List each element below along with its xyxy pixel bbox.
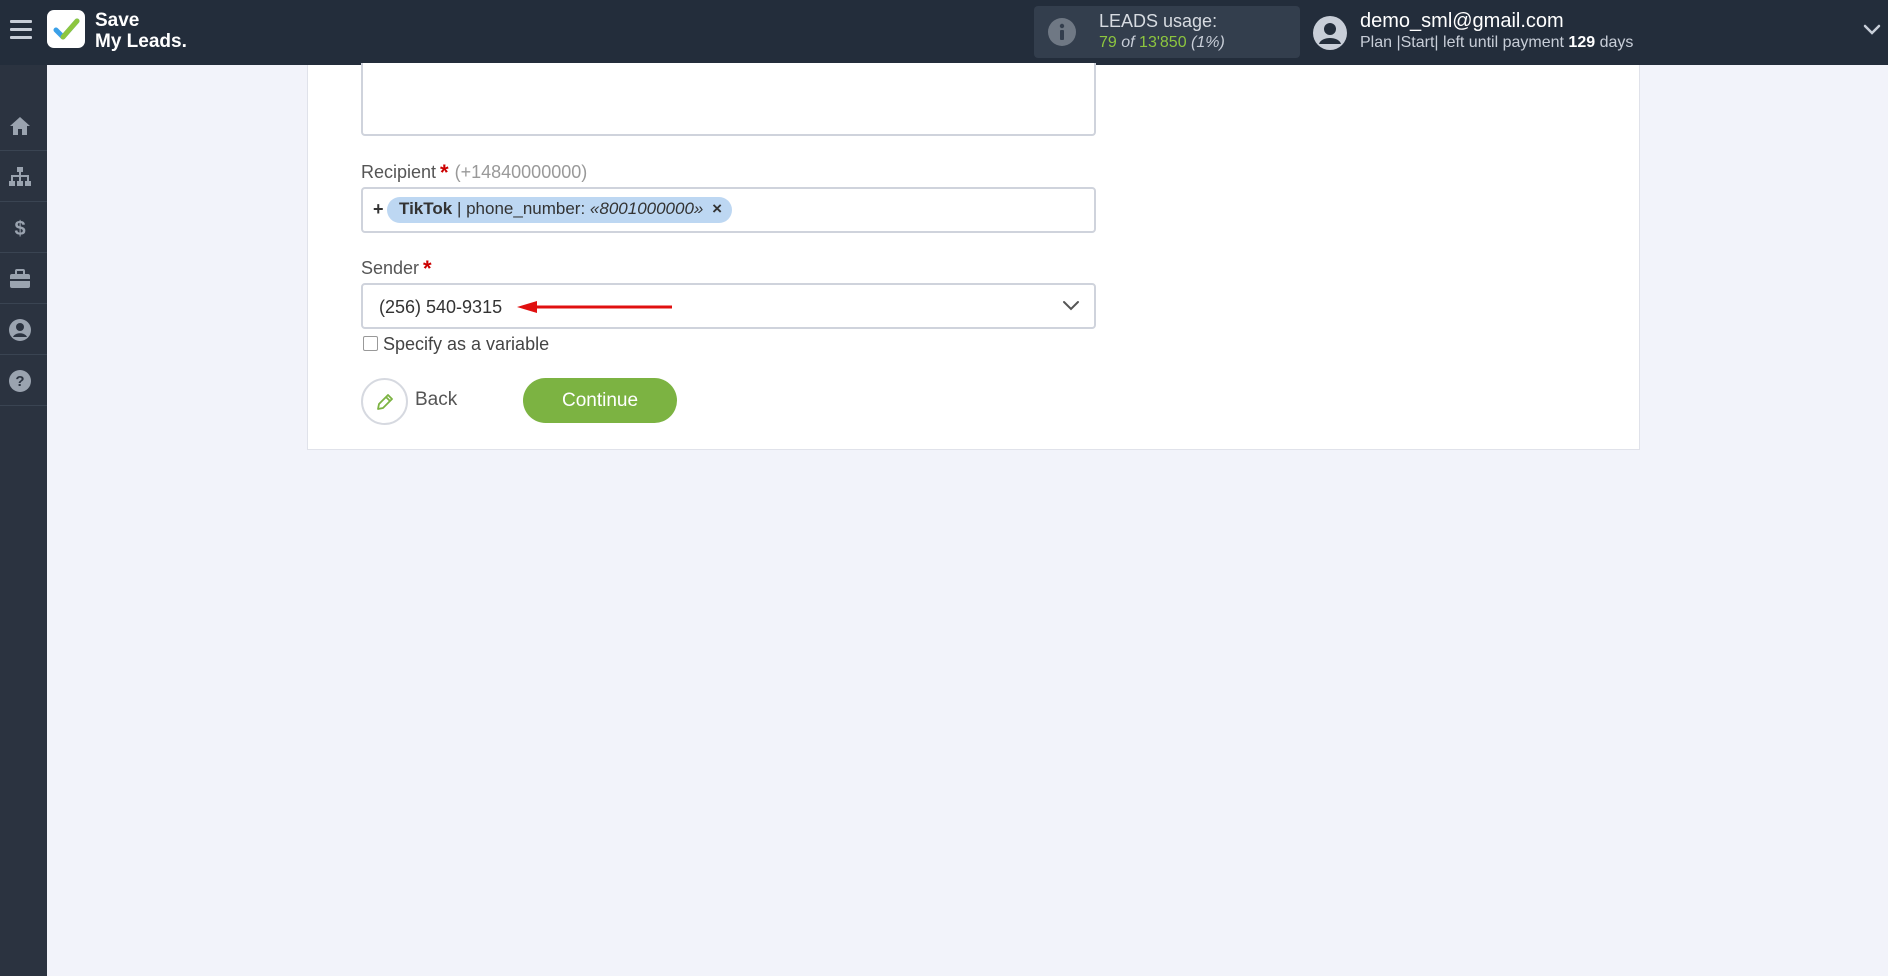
sidebar-item-home[interactable] xyxy=(0,101,47,151)
logo-line-2: My Leads. xyxy=(95,31,187,52)
sitemap-icon xyxy=(9,167,31,186)
back-button[interactable] xyxy=(361,378,408,425)
leads-usage-title: LEADS usage: xyxy=(1099,11,1218,31)
sender-label-text: Sender xyxy=(361,258,420,278)
tag-field: | phone_number: xyxy=(456,199,586,218)
hamburger-menu-icon[interactable] xyxy=(10,20,32,42)
message-textarea[interactable] xyxy=(361,63,1096,136)
variable-tag[interactable]: TikTok | phone_number: «8001000000» × xyxy=(387,197,733,223)
top-bar: Save My Leads. LEADS usage: 79 of 13'850… xyxy=(0,0,1888,65)
leads-used: 79 xyxy=(1099,34,1117,51)
leads-of-label: of xyxy=(1121,34,1135,51)
leads-total: 13'850 xyxy=(1139,34,1187,51)
logo-line-1: Save xyxy=(95,10,140,31)
help-icon: ? xyxy=(9,370,31,392)
logo-text[interactable]: Save My Leads. xyxy=(95,10,187,52)
back-label[interactable]: Back xyxy=(415,389,457,411)
recipient-label: Recipient * (+14840000000) xyxy=(361,158,588,185)
sender-label: Sender * xyxy=(361,254,432,281)
recipient-label-text: Recipient xyxy=(361,162,437,182)
leads-usage-count: 79 of 13'850 (1%) xyxy=(1099,34,1225,52)
home-icon xyxy=(10,117,30,135)
dollar-icon: $ xyxy=(14,218,25,240)
sidebar-item-help[interactable]: ? xyxy=(0,356,47,406)
recipient-hint: (+14840000000) xyxy=(454,162,588,182)
required-marker: * xyxy=(440,160,449,185)
sender-value: (256) 540-9315 xyxy=(379,297,503,317)
sidebar: $ ? xyxy=(0,65,47,976)
leads-usage-panel: LEADS usage: 79 of 13'850 (1%) xyxy=(1034,6,1300,58)
user-plan-info: Plan |Start| left until payment 129 days xyxy=(1360,34,1633,52)
specify-variable-label[interactable]: Specify as a variable xyxy=(383,334,549,355)
leads-percent: (1%) xyxy=(1191,34,1225,51)
specify-variable-checkbox[interactable] xyxy=(363,336,378,351)
tag-source: TikTok xyxy=(399,199,453,218)
continue-button[interactable]: Continue xyxy=(523,378,677,423)
sidebar-item-services[interactable] xyxy=(0,254,47,304)
recipient-field[interactable]: + TikTok | phone_number: «8001000000» × xyxy=(361,187,1096,233)
required-marker: * xyxy=(423,256,432,281)
sidebar-item-billing[interactable]: $ xyxy=(0,203,47,253)
red-arrow-annotation xyxy=(517,301,672,313)
plan-prefix: Plan |Start| left until payment xyxy=(1360,34,1564,51)
tag-value: «8001000000» xyxy=(589,199,704,218)
days-label: days xyxy=(1599,34,1634,51)
briefcase-icon xyxy=(10,269,30,288)
pencil-icon xyxy=(377,394,393,410)
logo-icon[interactable] xyxy=(47,10,85,48)
info-icon[interactable] xyxy=(1048,18,1076,46)
sidebar-item-connections[interactable] xyxy=(0,152,47,202)
add-variable-button[interactable]: + xyxy=(373,199,384,220)
days-remaining: 129 xyxy=(1568,34,1596,51)
avatar-icon[interactable] xyxy=(1312,15,1348,51)
user-email[interactable]: demo_sml@gmail.com xyxy=(1360,10,1564,33)
svg-text:$: $ xyxy=(14,218,25,240)
sidebar-item-account[interactable] xyxy=(0,305,47,355)
chevron-down-icon[interactable] xyxy=(1862,22,1882,38)
chevron-down-icon[interactable] xyxy=(1062,300,1080,312)
svg-text:?: ? xyxy=(15,373,24,390)
user-icon xyxy=(9,319,31,341)
sender-select[interactable]: (256) 540-9315 xyxy=(361,283,1096,329)
tag-remove-icon[interactable]: × xyxy=(712,199,722,218)
